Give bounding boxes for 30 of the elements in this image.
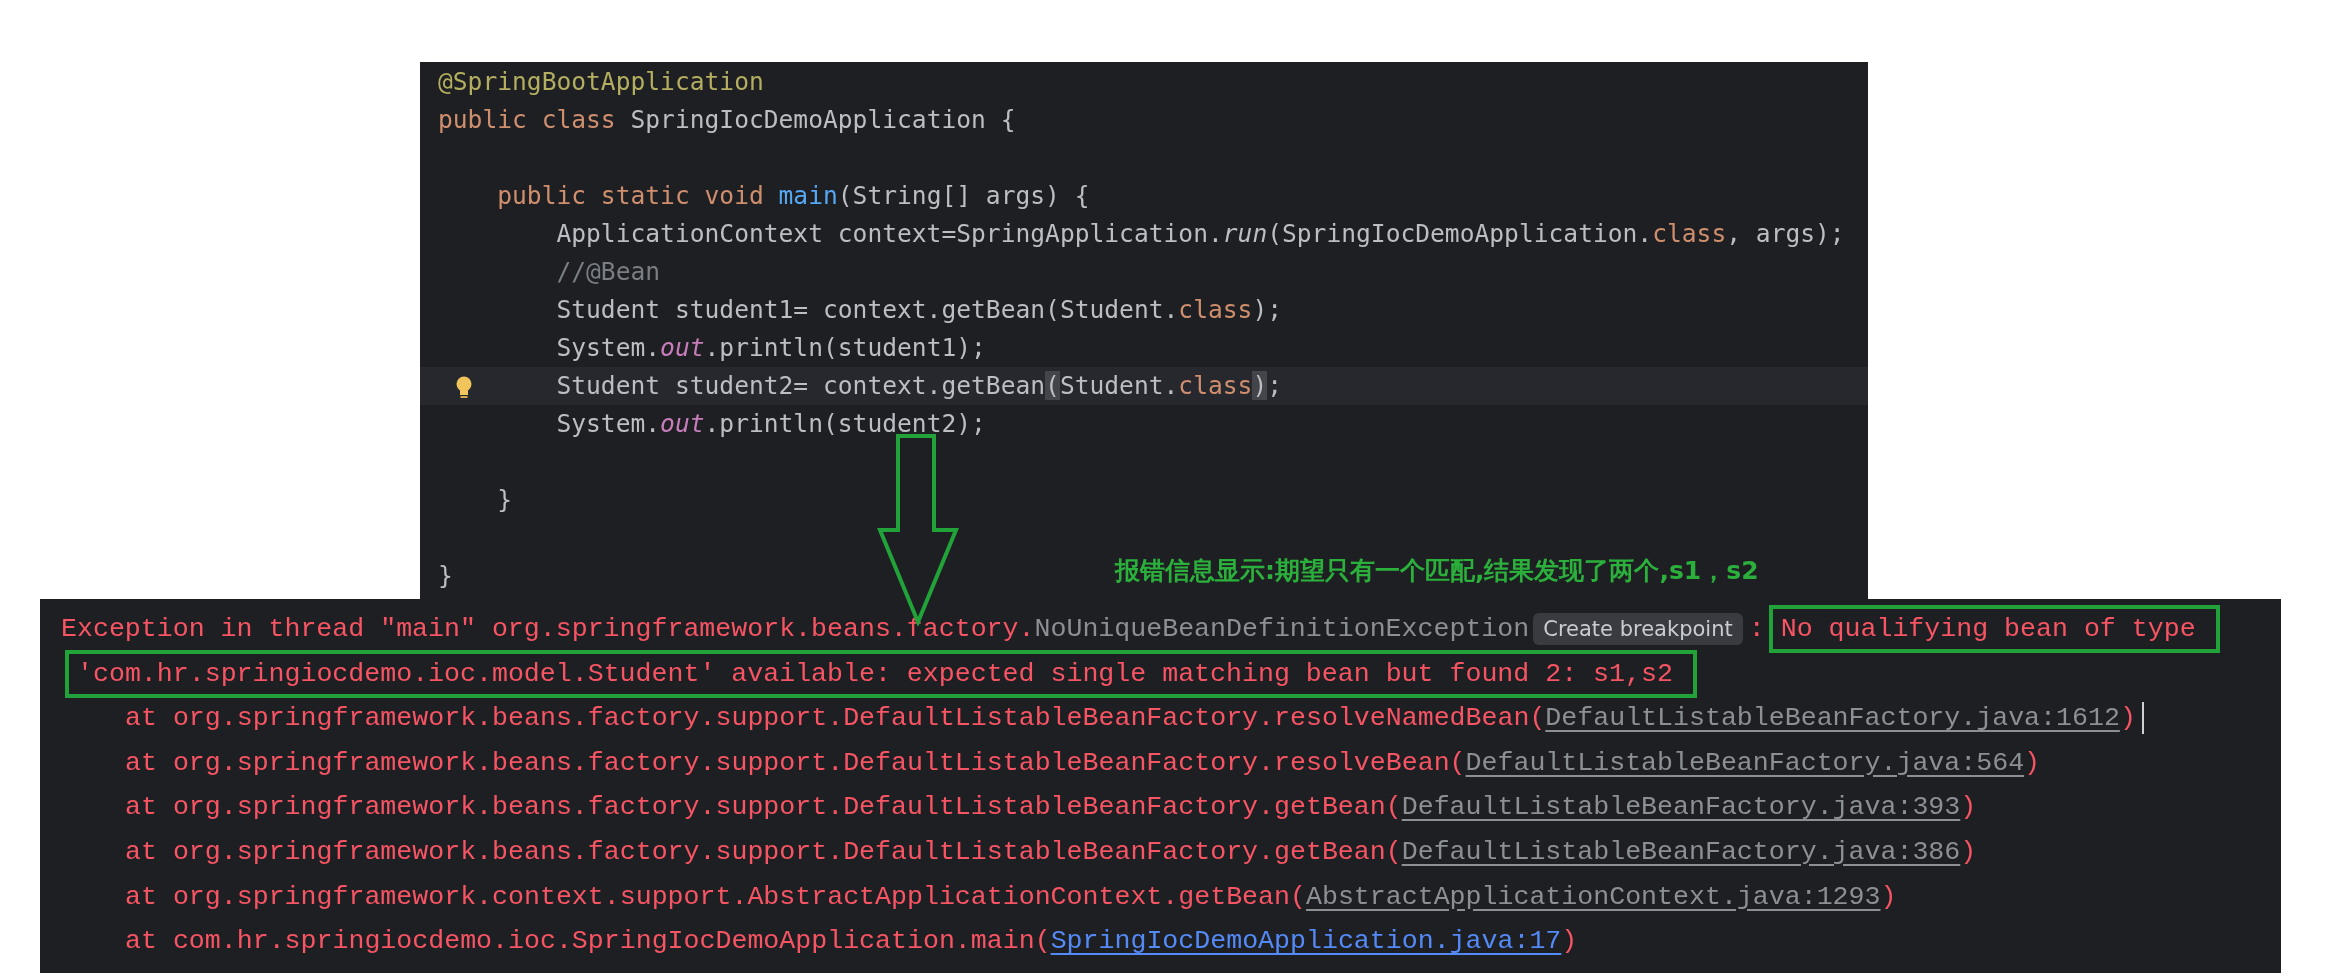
highlighted-error-text: 'com.hr.springiocdemo.ioc.model.Student' available: expected single matching bean but found 2: s1,s2 [65,649,1697,698]
stack-frame-line: at org.springframework.beans.factory.support.DefaultListableBeanFactory.resolveBean(DefaultListableBeanFactory.java:564) [125,746,2041,780]
highlighted-error-text: No qualifying bean of type [1768,605,2220,654]
annotation-note: 报错信息显示:期望只有一个匹配,结果发现了两个,s1，s2 [1115,555,1759,587]
code-line: Student student2= context.getBean(Student.class); [555,371,1283,400]
code-line: System.out.println(student1); [555,333,986,362]
source-link[interactable]: SpringIocDemoApplication.java:17 [1050,926,1562,957]
code-line: } [496,485,513,514]
code-line: Student student1= context.getBean(Student.class); [555,295,1282,324]
code-line: ApplicationContext context=SpringApplication.run(SpringIocDemoApplication.class, args); [555,219,1845,248]
source-link[interactable]: AbstractApplicationContext.java:1293 [1305,881,1881,912]
exception-class-link[interactable]: NoUniqueBeanDefinitionException [1034,607,1530,652]
create-breakpoint-button[interactable]: Create breakpoint [1533,613,1743,646]
source-link[interactable]: DefaultListableBeanFactory.java:564 [1465,747,2025,778]
error-text: : [1748,613,1765,646]
code-line: public static void main(String[] args) { [496,181,1090,210]
stack-frame-line: at org.springframework.context.support.AbstractApplicationContext.getBean(AbstractApplicationContext.java:1293) [125,880,1897,914]
code-line: } [438,561,453,590]
stack-frame-line: at org.springframework.beans.factory.support.DefaultListableBeanFactory.resolveNamedBean(DefaultListableBeanFactory.java:1612) [125,702,2136,736]
stack-frame-line: at org.springframework.beans.factory.support.DefaultListableBeanFactory.getBean(DefaultListableBeanFactory.java:393) [125,791,1977,825]
stack-frame-line: at com.hr.springiocdemo.ioc.SpringIocDemoApplication.main(SpringIocDemoApplication.java:17) [125,925,1578,959]
code-line: //@Bean [555,257,661,286]
code-line: public class SpringIocDemoApplication { [438,105,1016,134]
source-link[interactable]: DefaultListableBeanFactory.java:393 [1401,792,1961,823]
code-line: System.out.println(student2); [555,409,986,438]
source-link[interactable]: DefaultListableBeanFactory.java:386 [1401,836,1961,867]
source-link[interactable]: DefaultListableBeanFactory.java:1612 [1545,703,2120,734]
stack-frame-line: at org.springframework.beans.factory.support.DefaultListableBeanFactory.getBean(DefaultListableBeanFactory.java:386) [125,835,1977,869]
code-line: @SpringBootApplication [438,67,764,96]
error-text: Exception in thread "main" org.springframework.beans.factory. [61,613,1035,646]
